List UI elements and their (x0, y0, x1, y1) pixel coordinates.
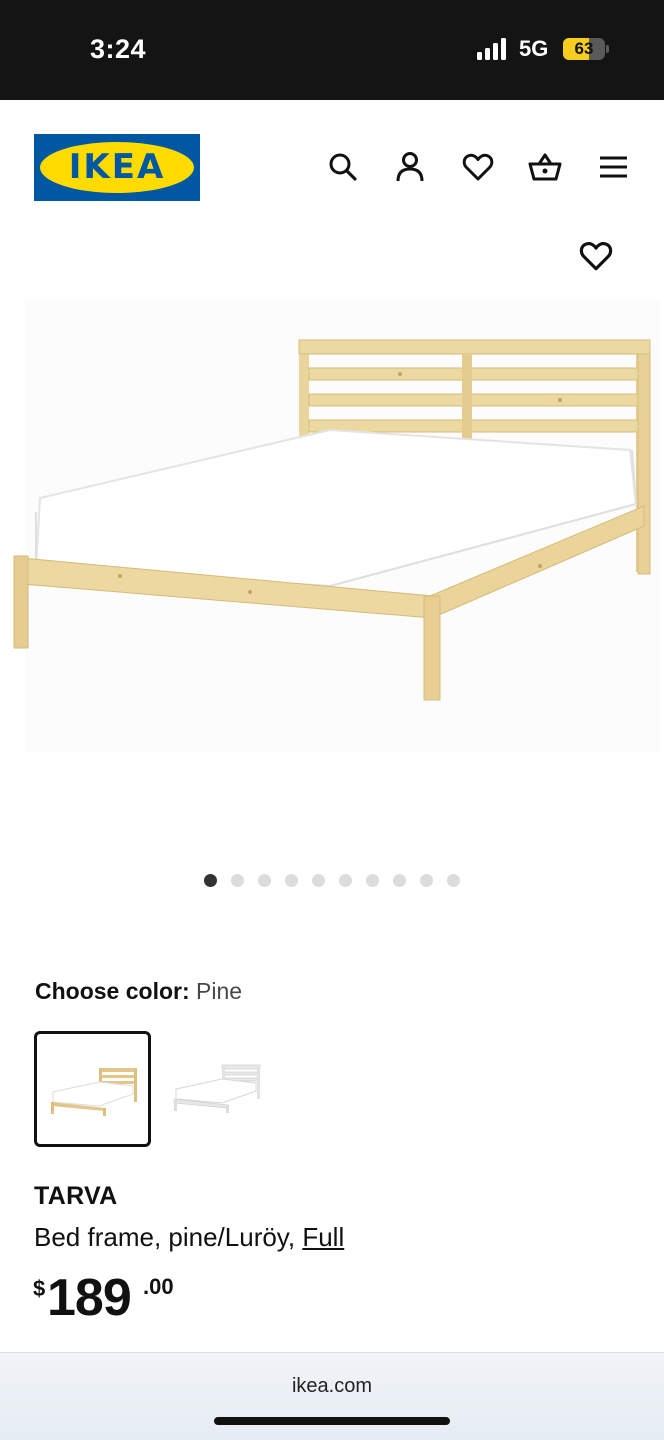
carousel-dot[interactable] (285, 874, 298, 887)
basket-icon[interactable] (528, 150, 562, 184)
carousel-dot[interactable] (204, 874, 217, 887)
add-to-favourites-heart-icon[interactable] (578, 238, 614, 274)
ikea-logo[interactable]: IKEA (34, 134, 200, 201)
account-icon[interactable] (393, 150, 427, 184)
network-type: 5G (519, 36, 549, 61)
price-integer: 189 (47, 1269, 132, 1327)
url-text[interactable]: ikea.com (0, 1375, 664, 1398)
carousel-dot[interactable] (447, 874, 460, 887)
product-description: Bed frame, pine/Luröy, Full (34, 1222, 344, 1253)
menu-icon[interactable] (596, 150, 630, 184)
carousel-dot[interactable] (366, 874, 379, 887)
logo-text: IKEA (68, 147, 166, 187)
price-currency: $ (33, 1276, 46, 1301)
battery-cap (606, 45, 609, 53)
battery-level: 63 (574, 39, 594, 58)
image-carousel-dots (200, 872, 470, 888)
carousel-dot[interactable] (393, 874, 406, 887)
carousel-dot[interactable] (339, 874, 352, 887)
carousel-dot[interactable] (231, 874, 244, 887)
carousel-dot[interactable] (258, 874, 271, 887)
color-swatch-pine[interactable] (34, 1031, 151, 1147)
size-link[interactable]: Full (302, 1222, 344, 1252)
home-indicator (214, 1417, 450, 1425)
signal-icon (477, 38, 509, 60)
browser-url-bar[interactable]: ikea.com (0, 1352, 664, 1440)
color-swatch-white[interactable] (160, 1031, 277, 1147)
status-bar: 3:24 5G 63 (0, 0, 664, 100)
status-time: 3:24 (90, 34, 147, 64)
product-name: TARVA (34, 1182, 118, 1210)
price-decimal: .00 (143, 1274, 174, 1299)
heart-icon[interactable] (461, 150, 495, 184)
choose-color-label: Choose color: (35, 978, 190, 1004)
carousel-dot[interactable] (312, 874, 325, 887)
color-label: Choose color: Pine (35, 978, 242, 1005)
carousel-dot[interactable] (420, 874, 433, 887)
battery-icon: 63 (563, 38, 605, 60)
selected-color: Pine (196, 978, 243, 1004)
product-image[interactable] (0, 300, 664, 770)
product-description-text: Bed frame, pine/Luröy, (34, 1222, 296, 1252)
search-icon[interactable] (326, 150, 360, 184)
